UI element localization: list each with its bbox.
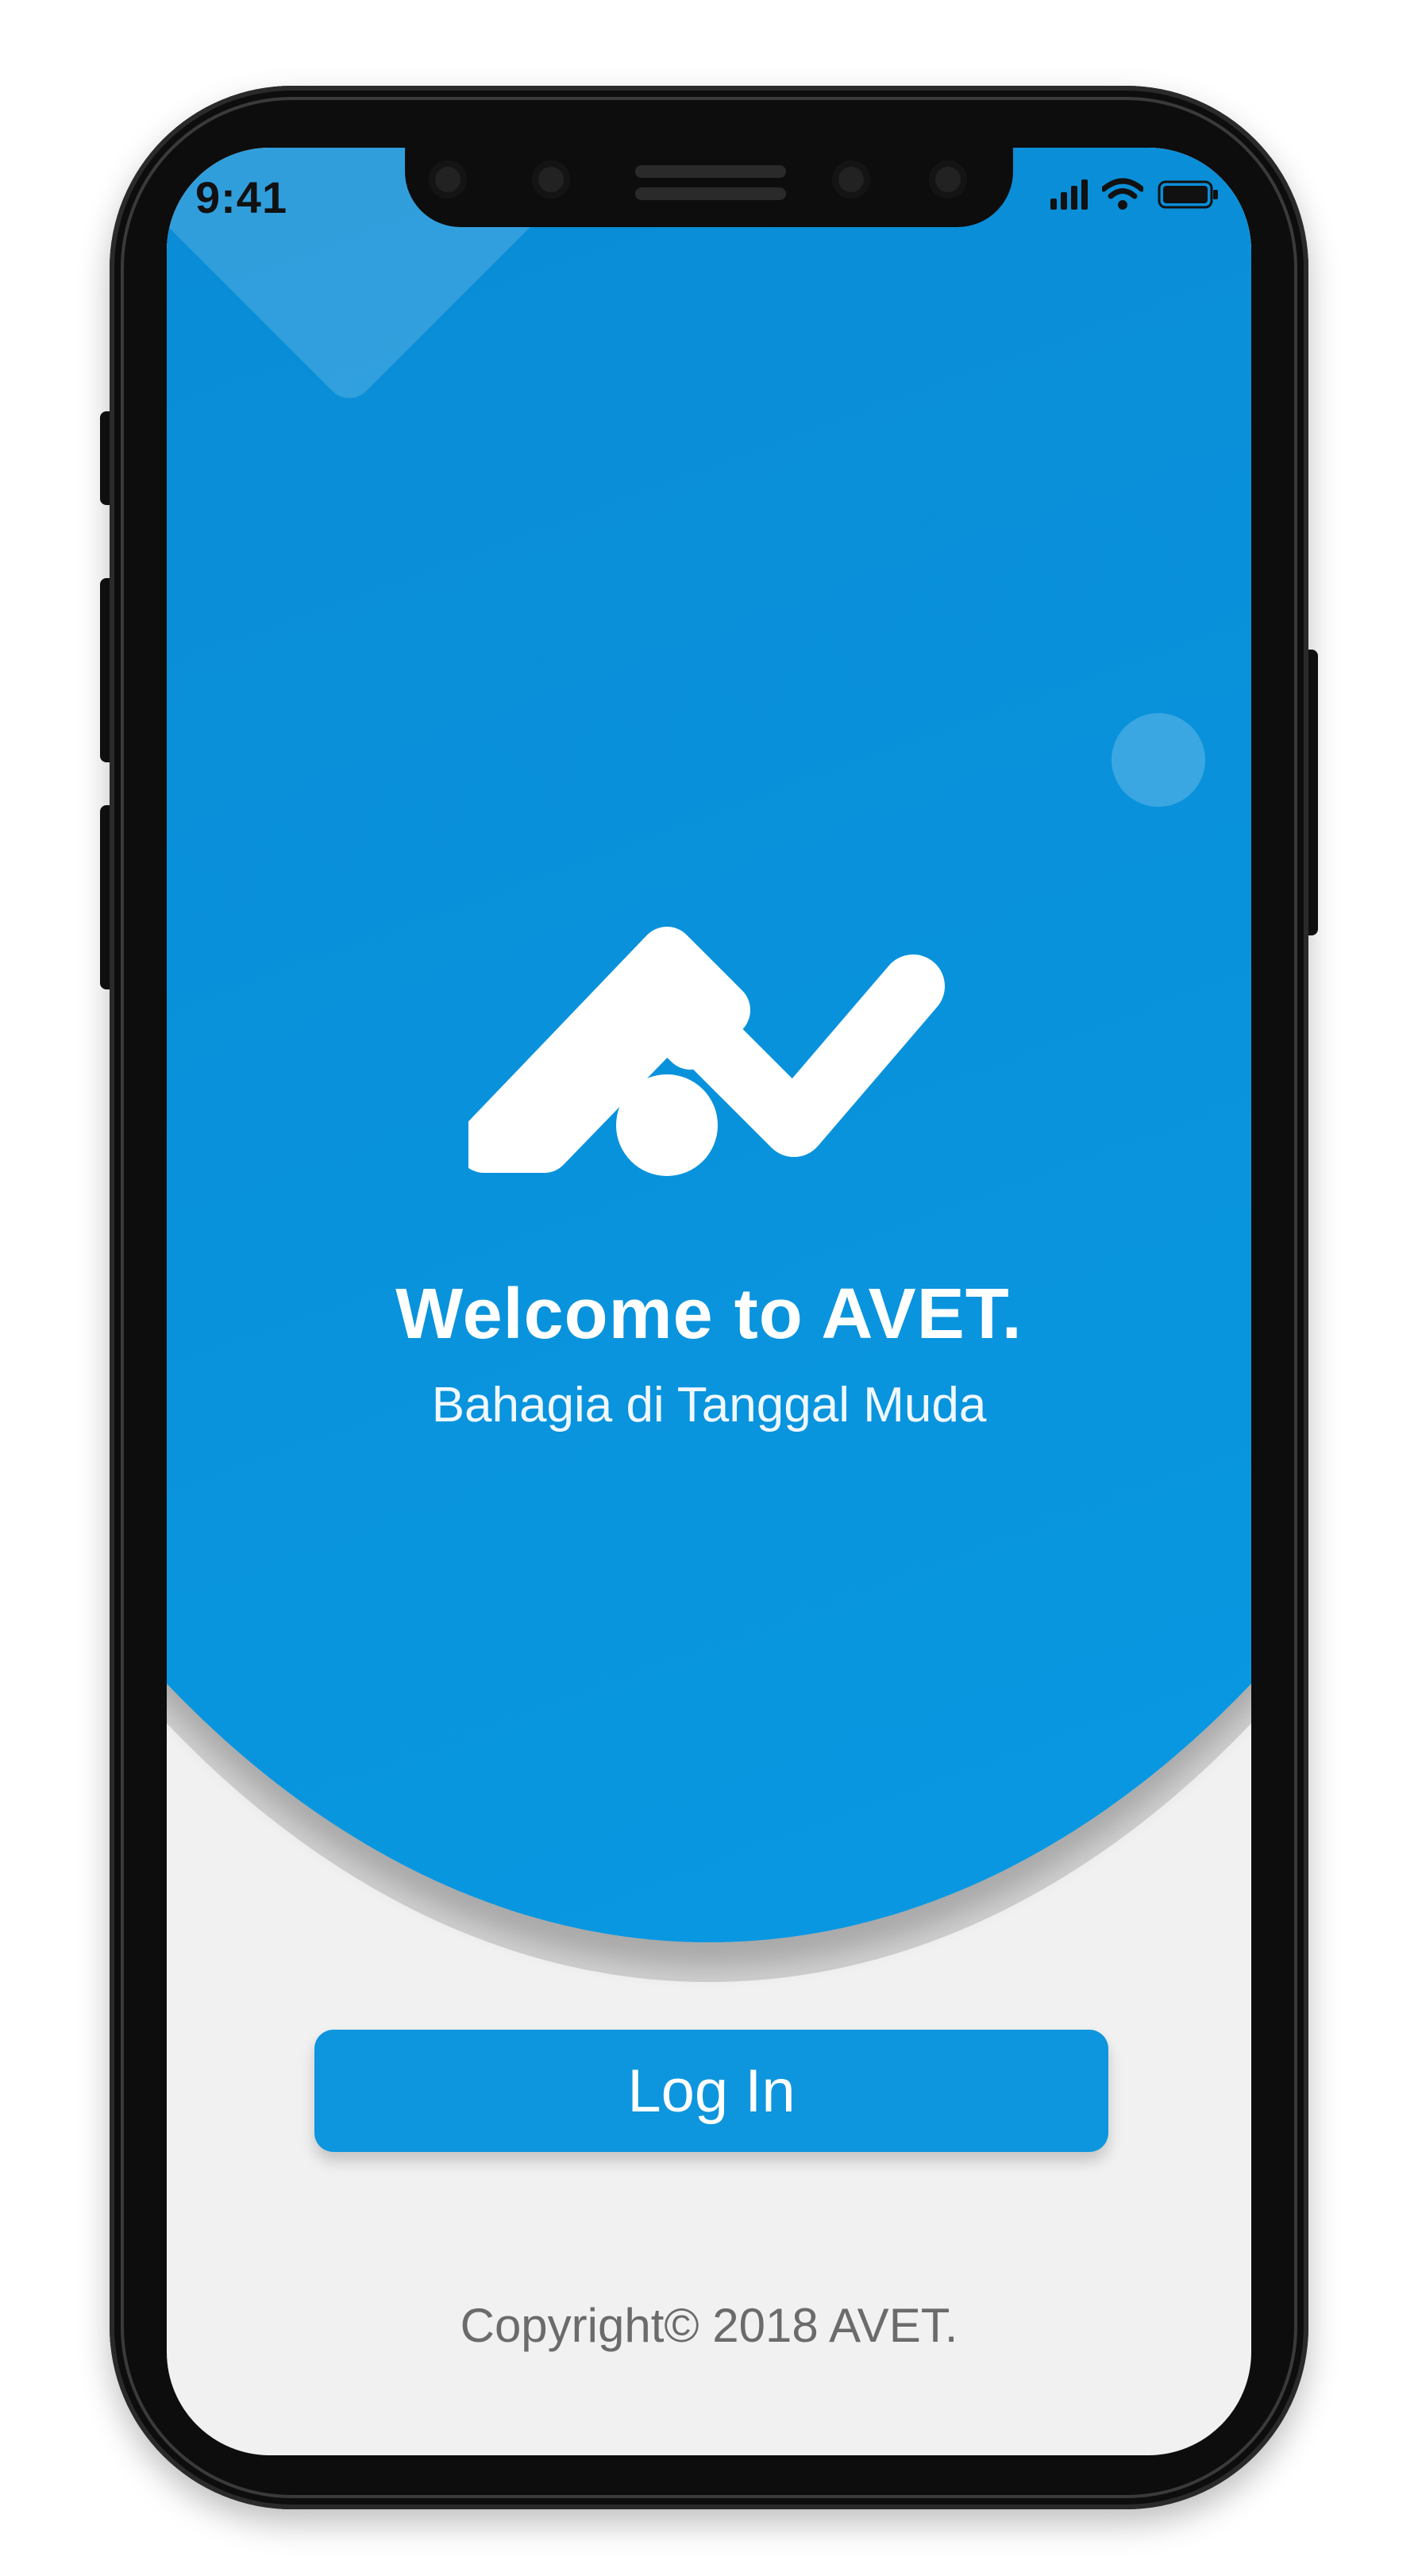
decorative-dot [1112,713,1205,807]
sensor-icon [832,160,870,199]
sensor-icon [929,160,967,199]
sensor-icon [429,160,467,199]
battery-icon [1158,179,1220,210]
welcome-title: Welcome to AVET. [395,1275,1023,1354]
notch [405,148,1013,227]
login-button[interactable]: Log In [314,2030,1108,2152]
welcome-screen: 9:41 Welcome to AVET. Bahagia di Tanggal… [167,148,1251,2455]
status-time: 9:41 [195,172,288,222]
copyright-text: Copyright© 2018 AVET. [460,2299,958,2352]
device-mockup: 9:41 Welcome to AVET. Bahagia di Tanggal… [0,0,1418,2576]
camera-icon [532,160,570,199]
avet-logo-icon [468,927,945,1176]
wifi-icon [1102,178,1143,210]
speaker-grille [635,187,786,200]
speaker-grille [635,165,786,178]
status-icons [1050,178,1220,210]
signal-icon [1050,178,1088,210]
welcome-tagline: Bahagia di Tanggal Muda [431,1378,987,1433]
